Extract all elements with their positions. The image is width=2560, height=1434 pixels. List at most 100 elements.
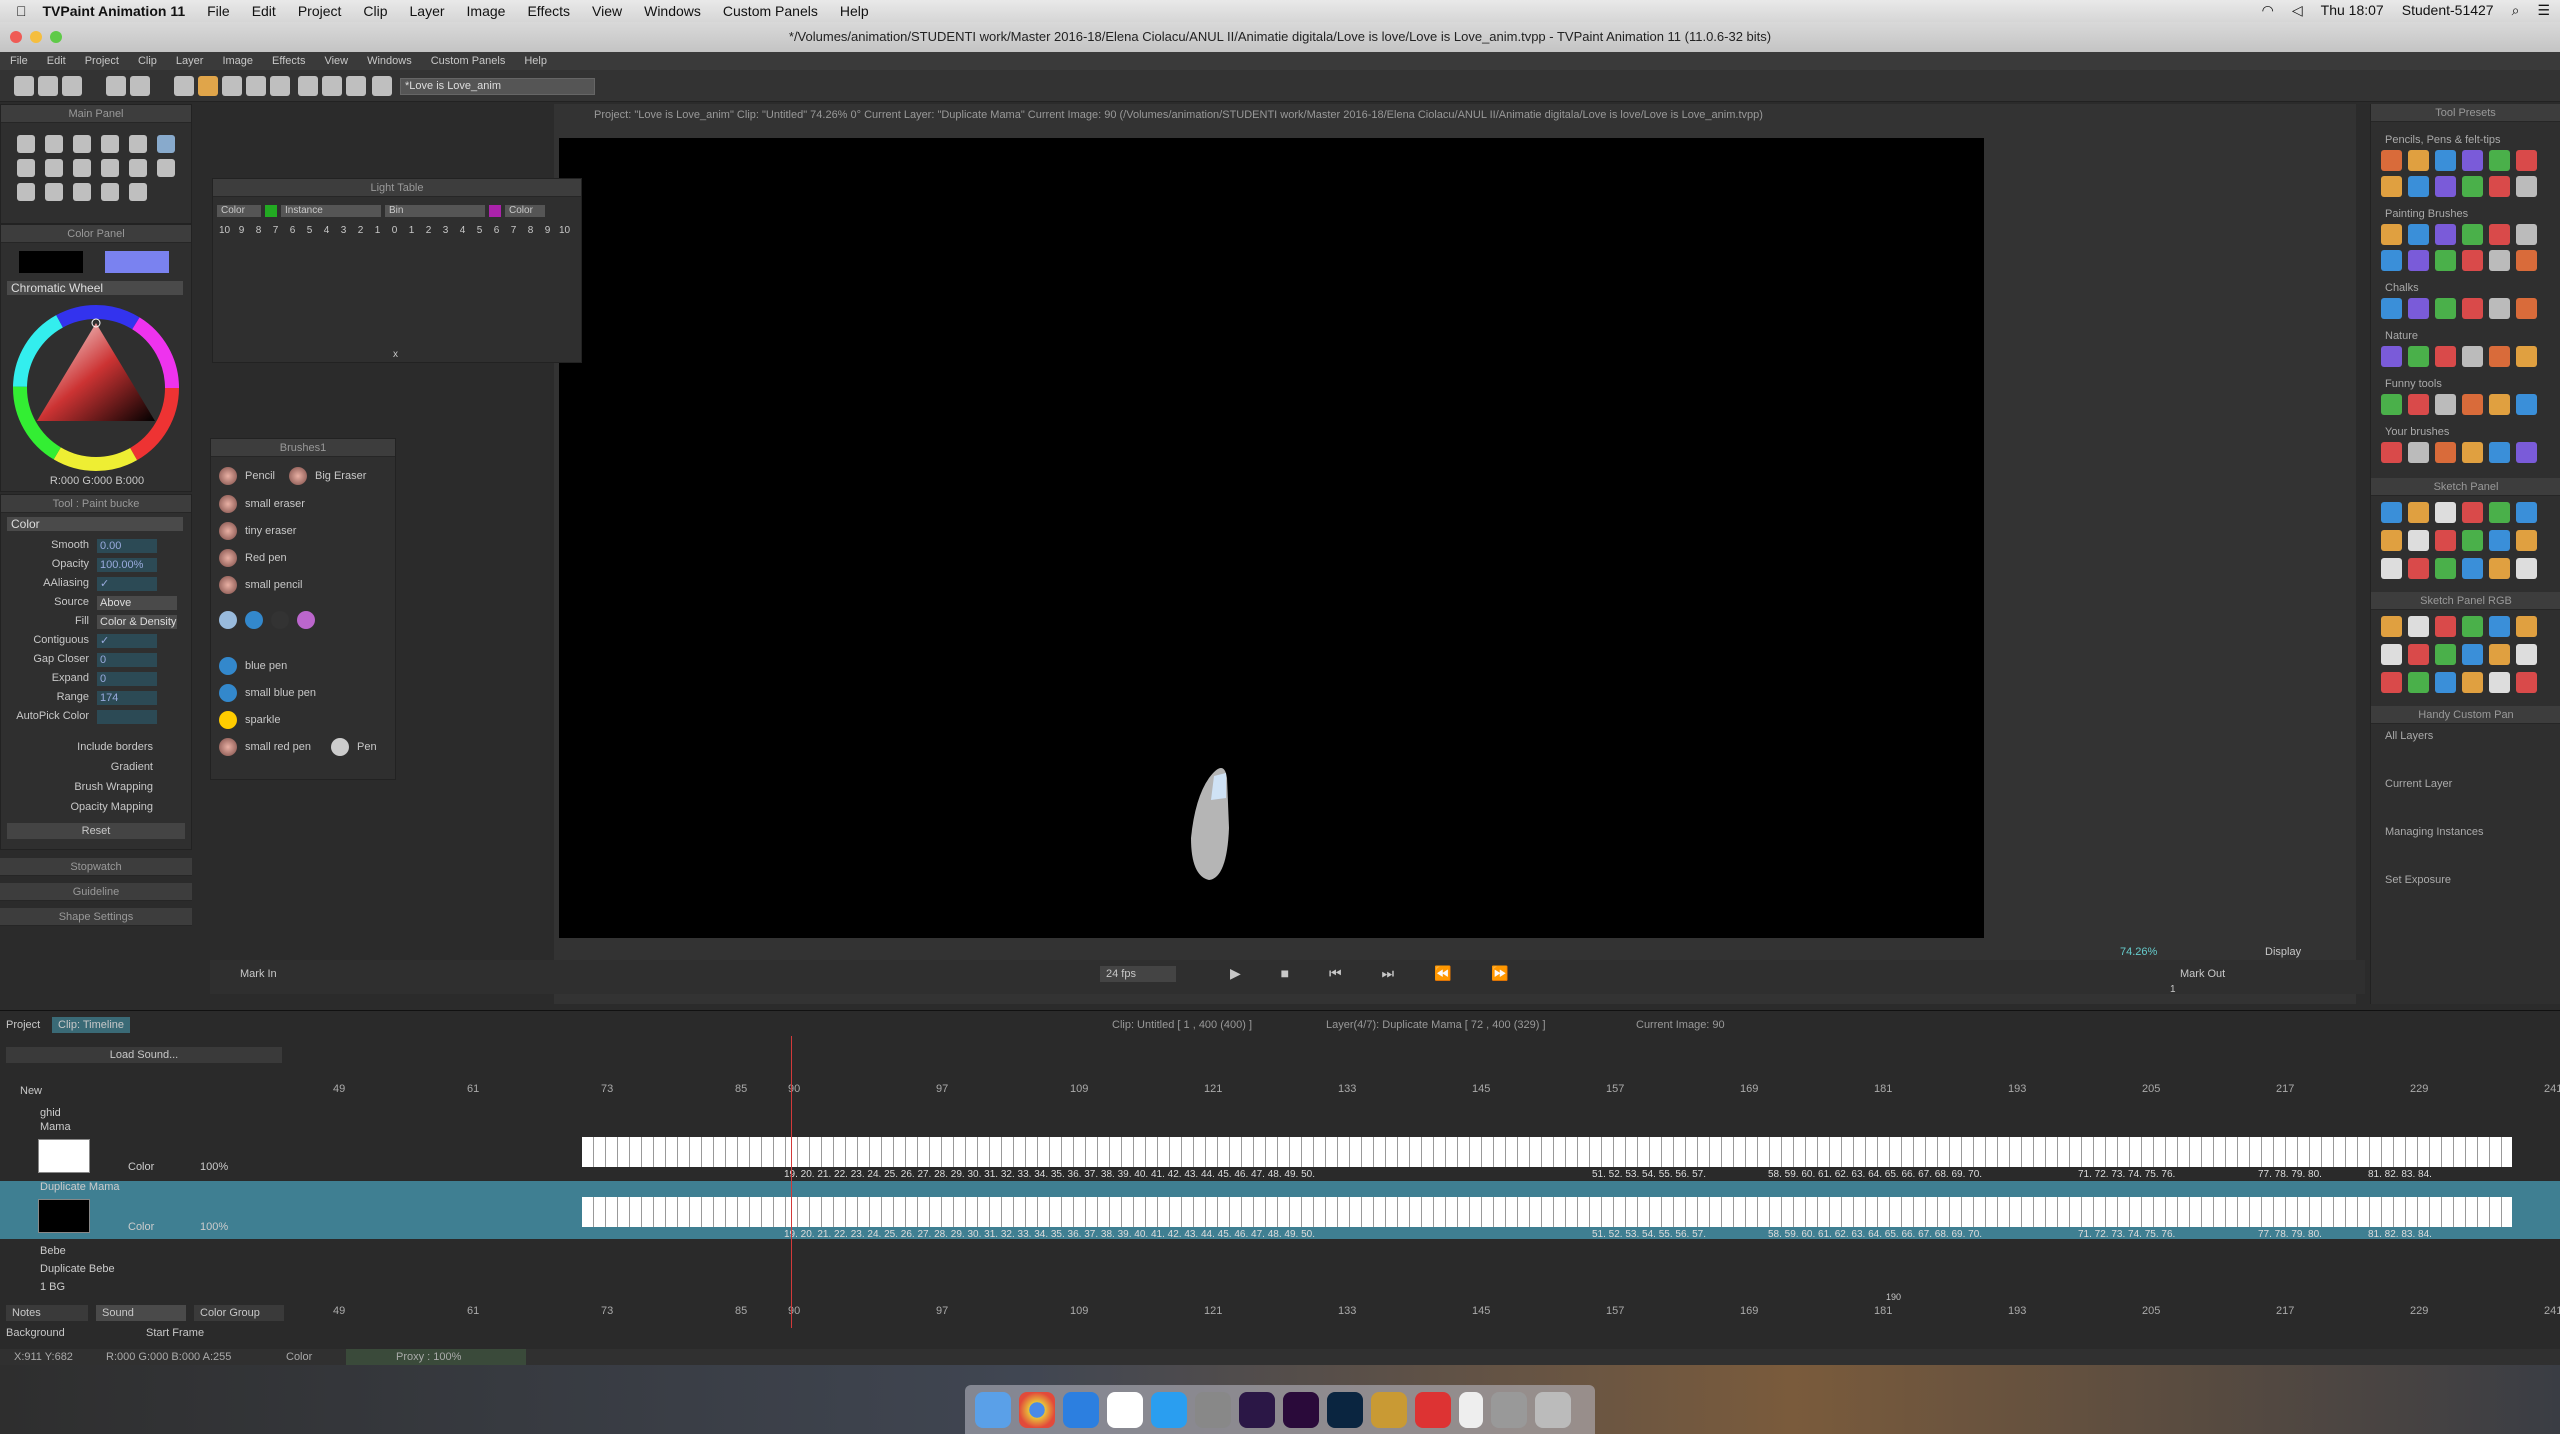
sketch-tool-icon[interactable] — [2489, 530, 2510, 551]
fill-bucket-icon[interactable] — [73, 183, 91, 201]
reset-button[interactable]: Reset — [7, 823, 185, 839]
lt-frame-number[interactable]: 3 — [438, 225, 453, 236]
brush-tool-icon[interactable] — [222, 76, 242, 96]
chrome-icon[interactable] — [1019, 1391, 1055, 1428]
lt-frame-number[interactable]: 4 — [319, 225, 334, 236]
move-icon[interactable] — [17, 183, 35, 201]
mac-menu-clip[interactable]: Clip — [363, 3, 387, 19]
system-preferences-icon[interactable] — [1195, 1391, 1231, 1428]
lt-frame-number[interactable]: 8 — [251, 225, 266, 236]
preset-brush-icon[interactable] — [2381, 298, 2402, 319]
sketch-tool-icon[interactable] — [2435, 530, 2456, 551]
tab-project[interactable]: Project — [0, 1017, 46, 1033]
preset-brush-icon[interactable] — [2381, 394, 2402, 415]
lt-frame-number[interactable]: 6 — [489, 225, 504, 236]
tool-row-value[interactable]: 100.00% — [97, 558, 157, 572]
preset-subpanel-title[interactable]: Sketch Panel — [2371, 478, 2560, 496]
sketch-tool-icon[interactable] — [2381, 502, 2402, 523]
calendar-icon[interactable] — [1107, 1391, 1143, 1428]
preset-section-title[interactable]: Your brushes — [2385, 426, 2449, 438]
premiere-icon[interactable] — [1283, 1391, 1319, 1428]
mac-menu-custom-panels[interactable]: Custom Panels — [723, 3, 818, 19]
lt-frame-number[interactable]: 8 — [523, 225, 538, 236]
playhead[interactable] — [791, 1036, 792, 1328]
menu-effects[interactable]: Effects — [272, 55, 305, 67]
brush-pen[interactable]: Pen — [331, 736, 377, 758]
menu-layer[interactable]: Layer — [176, 55, 204, 67]
new-project-icon[interactable] — [14, 76, 34, 96]
primary-color-swatch[interactable] — [19, 251, 83, 273]
after-effects-icon[interactable] — [1239, 1391, 1275, 1428]
sketch-tool-icon[interactable] — [2462, 616, 2483, 637]
background-label[interactable]: Background — [0, 1325, 71, 1341]
brush-small-pencil[interactable]: small pencil — [219, 574, 302, 596]
preset-brush-icon[interactable] — [2462, 298, 2483, 319]
crop-icon[interactable] — [157, 159, 175, 177]
sketch-tool-icon[interactable] — [2435, 616, 2456, 637]
preset-section-title[interactable]: Painting Brushes — [2385, 208, 2468, 220]
mac-menu-view[interactable]: View — [592, 3, 622, 19]
zoom-readout[interactable]: 74.26% — [2120, 946, 2157, 958]
lt-frame-number[interactable]: 7 — [268, 225, 283, 236]
app-name[interactable]: TVPaint Animation 11 — [43, 3, 186, 19]
sketch-tool-icon[interactable] — [2435, 558, 2456, 579]
preset-brush-icon[interactable] — [2516, 176, 2537, 197]
preset-brush-icon[interactable] — [2462, 176, 2483, 197]
preset-brush-icon[interactable] — [2408, 394, 2429, 415]
preset-brush-icon[interactable] — [2462, 250, 2483, 271]
menu-view[interactable]: View — [324, 55, 348, 67]
brush-small-eraser[interactable]: small eraser — [219, 493, 305, 515]
timeline-layer[interactable]: Mama Color 100% 19. 20. 21. 22. 23. 24. 25.… — [0, 1121, 2512, 1180]
preset-brush-icon[interactable] — [2408, 346, 2429, 367]
timeline-layer[interactable]: Duplicate Bebe — [0, 1263, 300, 1279]
handy-section-title[interactable]: Set Exposure — [2385, 874, 2451, 886]
preset-brush-icon[interactable] — [2435, 224, 2456, 245]
preset-section-title[interactable]: Nature — [2385, 330, 2418, 342]
preset-brush-icon[interactable] — [2489, 298, 2510, 319]
preset-brush-icon[interactable] — [2435, 176, 2456, 197]
lt-frame-number[interactable]: 2 — [421, 225, 436, 236]
open-project-icon[interactable] — [38, 76, 58, 96]
timeline-layer[interactable]: 1 BG — [0, 1281, 300, 1297]
preset-brush-icon[interactable] — [2516, 394, 2537, 415]
preset-brush-icon[interactable] — [2435, 394, 2456, 415]
lt-frame-number[interactable]: 5 — [472, 225, 487, 236]
preset-brush-icon[interactable] — [2435, 346, 2456, 367]
mac-menu-file[interactable]: File — [207, 3, 230, 19]
preset-brush-icon[interactable] — [2489, 250, 2510, 271]
sketch-tool-icon[interactable] — [2381, 530, 2402, 551]
handy-section-title[interactable]: Current Layer — [2385, 778, 2452, 790]
sketch-tool-icon[interactable] — [2462, 672, 2483, 693]
new-layer-button[interactable]: New — [20, 1085, 42, 1097]
shape-settings-panel[interactable]: Shape Settings — [0, 908, 192, 926]
tool-row-value[interactable] — [97, 710, 157, 724]
layer-name[interactable]: ghid — [40, 1107, 61, 1119]
finder-icon[interactable] — [975, 1391, 1011, 1428]
lightbulb-icon[interactable] — [270, 76, 290, 96]
preset-brush-icon[interactable] — [2381, 224, 2402, 245]
chromatic-wheel[interactable] — [11, 303, 181, 473]
menu-project[interactable]: Project — [85, 55, 119, 67]
mac-menu-project[interactable]: Project — [298, 3, 342, 19]
tool-row-value[interactable]: 0.00 — [97, 539, 157, 553]
sketch-tool-icon[interactable] — [2462, 502, 2483, 523]
apple-icon[interactable]:  — [16, 3, 27, 19]
mac-menu-image[interactable]: Image — [467, 3, 506, 19]
preset-brush-icon[interactable] — [2516, 442, 2537, 463]
notification-icon[interactable]: ☰ — [2537, 2, 2550, 19]
handy-section-title[interactable]: All Layers — [2385, 730, 2433, 742]
display-button[interactable]: Display — [2265, 946, 2301, 958]
sketch-tool-icon[interactable] — [2408, 558, 2429, 579]
stopwatch-panel[interactable]: Stopwatch — [0, 858, 192, 876]
tool-row-value[interactable]: 0 — [97, 672, 157, 686]
mac-menu-effects[interactable]: Effects — [527, 3, 570, 19]
layer-blend-mode[interactable]: Color — [128, 1221, 154, 1233]
sketch-tool-icon[interactable] — [2516, 502, 2537, 523]
lt-frame-number[interactable]: 6 — [285, 225, 300, 236]
proxy-readout[interactable]: Proxy : 100% — [346, 1349, 526, 1365]
sketch-tool-icon[interactable] — [2489, 672, 2510, 693]
tool-mode-dropdown[interactable]: Color — [7, 517, 183, 531]
wifi-icon[interactable]: ◠ — [2262, 2, 2274, 19]
lt-frame-number[interactable]: 10 — [557, 225, 572, 236]
preset-subpanel-title[interactable]: Sketch Panel RGB — [2371, 592, 2560, 610]
